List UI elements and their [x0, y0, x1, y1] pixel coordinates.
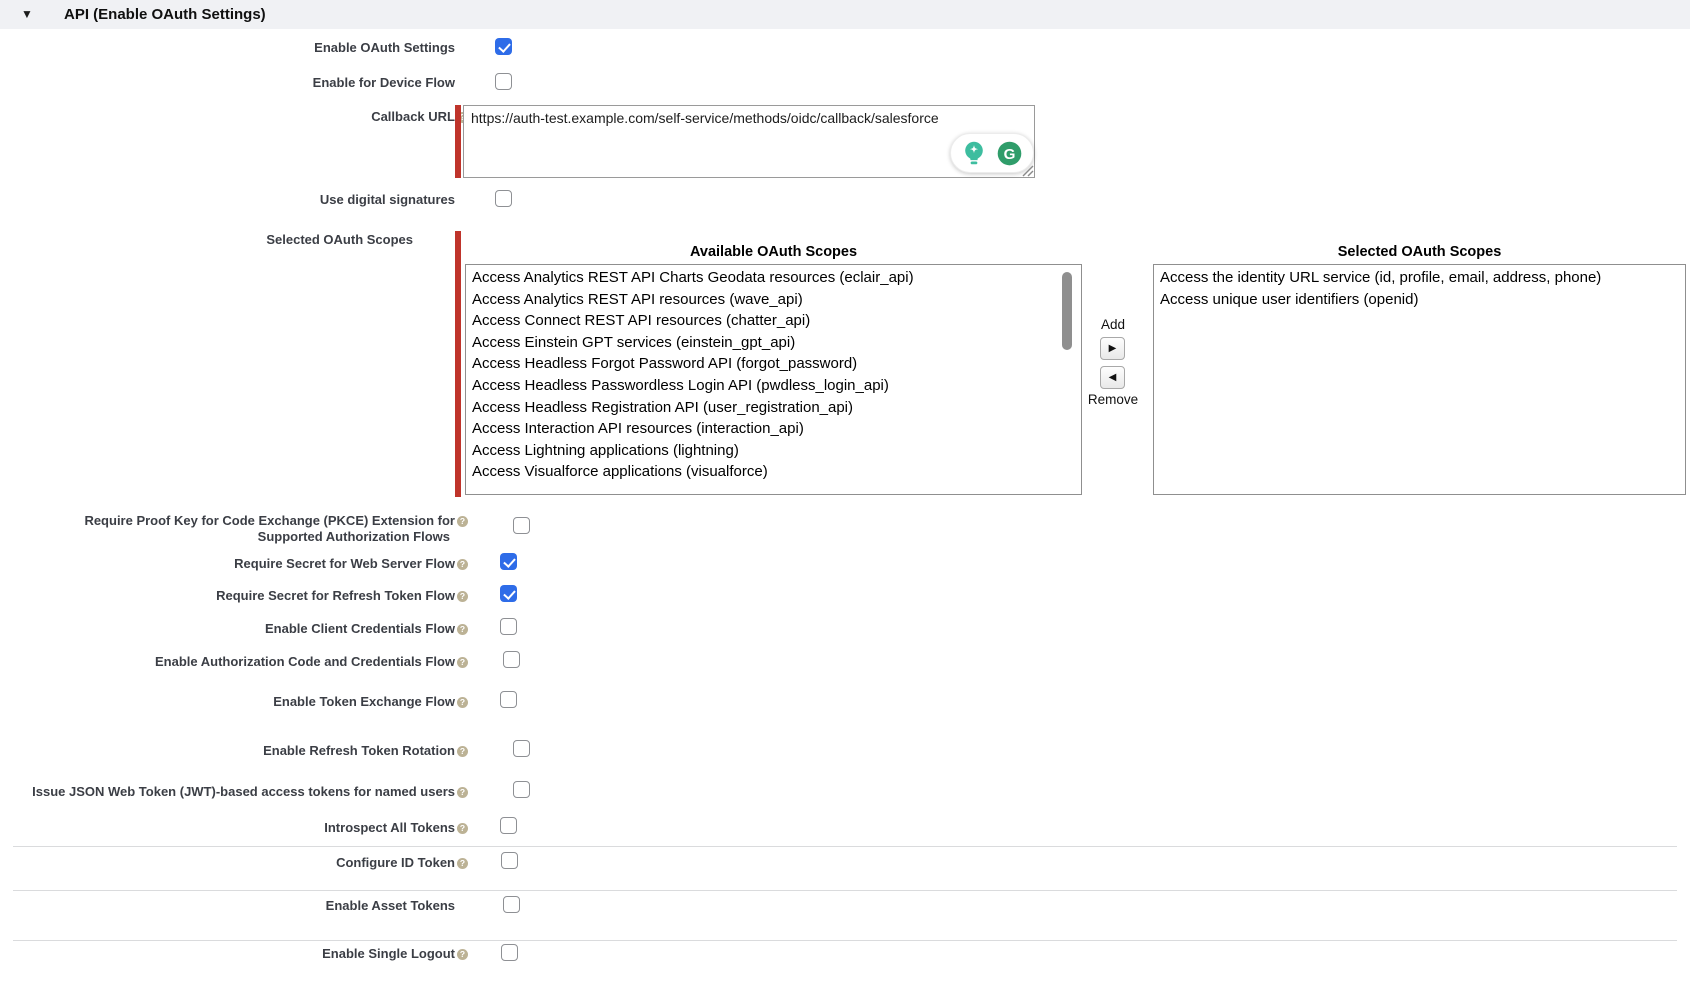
section-header-bar: ▼ API (Enable OAuth Settings) — [0, 0, 1690, 29]
issue-jwt-tokens-checkbox[interactable] — [513, 781, 530, 798]
require-secret-refresh-token-flow-checkbox[interactable] — [500, 585, 517, 602]
selected-scopes-header: Selected OAuth Scopes — [1153, 244, 1686, 260]
enable-oauth-settings-label: Enable OAuth Settings — [0, 40, 468, 56]
left-arrow-icon: ◀ — [1109, 372, 1117, 383]
enable-token-exchange-flow-label: Enable Token Exchange Flow? — [0, 694, 468, 710]
help-icon[interactable]: ? — [457, 746, 468, 757]
available-scope-option[interactable]: Access Lightning applications (lightning… — [466, 440, 1081, 462]
selected-scope-option[interactable]: Access the identity URL service (id, pro… — [1154, 267, 1685, 289]
textarea-resize-handle-icon[interactable] — [1021, 164, 1034, 177]
available-scope-option[interactable]: Access Connect REST API resources (chatt… — [466, 310, 1081, 332]
enable-device-flow-label: Enable for Device Flow — [0, 75, 468, 91]
introspect-all-tokens-checkbox[interactable] — [500, 817, 517, 834]
available-scope-option[interactable]: Access Einstein GPT services (einstein_g… — [466, 332, 1081, 354]
required-field-bar — [455, 105, 461, 178]
selected-scopes-listbox[interactable]: Access the identity URL service (id, pro… — [1153, 264, 1686, 495]
available-scope-option[interactable]: Access Analytics REST API Charts Geodata… — [466, 267, 1081, 289]
enable-device-flow-checkbox[interactable] — [495, 73, 512, 90]
listbox-scrollbar-thumb[interactable] — [1062, 272, 1072, 350]
available-scope-option[interactable]: Access Interaction API resources (intera… — [466, 418, 1081, 440]
grammarly-icon[interactable]: G — [996, 140, 1023, 167]
enable-refresh-token-rotation-label: Enable Refresh Token Rotation? — [0, 743, 468, 759]
available-scopes-header: Available OAuth Scopes — [465, 244, 1082, 260]
collapse-triangle-icon[interactable]: ▼ — [21, 0, 33, 29]
require-secret-web-server-flow-label: Require Secret for Web Server Flow? — [0, 556, 468, 572]
callback-url-input[interactable]: https://auth-test.example.com/self-servi… — [463, 105, 1035, 178]
enable-refresh-token-rotation-checkbox[interactable] — [513, 740, 530, 757]
help-icon[interactable]: ? — [457, 787, 468, 798]
require-secret-refresh-token-flow-label: Require Secret for Refresh Token Flow? — [0, 588, 468, 604]
row-divider — [13, 846, 1677, 847]
row-divider — [13, 940, 1677, 941]
svg-text:G: G — [1004, 145, 1016, 162]
require-pkce-label: Require Proof Key for Code Exchange (PKC… — [0, 513, 468, 545]
enable-token-exchange-flow-checkbox[interactable] — [500, 691, 517, 708]
enable-asset-tokens-checkbox[interactable] — [503, 896, 520, 913]
enable-single-logout-checkbox[interactable] — [501, 944, 518, 961]
selected-scope-option[interactable]: Access unique user identifiers (openid) — [1154, 289, 1685, 311]
enable-single-logout-label: Enable Single Logout? — [0, 946, 468, 962]
section-title: API (Enable OAuth Settings) — [64, 0, 266, 29]
help-icon[interactable]: ? — [457, 949, 468, 960]
help-icon[interactable]: ? — [457, 823, 468, 834]
available-scope-option[interactable]: Access Headless Passwordless Login API (… — [466, 375, 1081, 397]
right-arrow-icon: ▶ — [1109, 343, 1117, 354]
configure-id-token-checkbox[interactable] — [501, 852, 518, 869]
remove-label: Remove — [1080, 392, 1146, 407]
available-scope-option[interactable]: Access Headless Registration API (user_r… — [466, 397, 1081, 419]
help-icon[interactable]: ? — [457, 516, 468, 527]
configure-id-token-label: Configure ID Token? — [0, 855, 468, 871]
enable-oauth-settings-checkbox[interactable] — [495, 38, 512, 55]
required-field-bar — [455, 231, 461, 497]
remove-scope-button[interactable]: ◀ — [1100, 366, 1125, 389]
row-divider — [13, 890, 1677, 891]
enable-asset-tokens-label: Enable Asset Tokens — [0, 898, 468, 914]
callback-url-label: Callback URL? — [0, 109, 468, 125]
enable-client-credentials-flow-label: Enable Client Credentials Flow? — [0, 621, 468, 637]
available-scope-option[interactable]: Access Headless Forgot Password API (for… — [466, 353, 1081, 375]
use-digital-signatures-checkbox[interactable] — [495, 190, 512, 207]
enable-auth-code-credentials-flow-checkbox[interactable] — [503, 651, 520, 668]
help-icon[interactable]: ? — [457, 697, 468, 708]
available-scope-option[interactable]: Access Visualforce applications (visualf… — [466, 461, 1081, 483]
issue-jwt-tokens-label: Issue JSON Web Token (JWT)-based access … — [0, 784, 468, 800]
use-digital-signatures-label: Use digital signatures — [0, 192, 468, 208]
add-label: Add — [1085, 317, 1141, 332]
lightbulb-sparkle-icon[interactable] — [961, 140, 987, 166]
enable-client-credentials-flow-checkbox[interactable] — [500, 618, 517, 635]
help-icon[interactable]: ? — [457, 858, 468, 869]
require-secret-web-server-flow-checkbox[interactable] — [500, 553, 517, 570]
selected-oauth-scopes-label: Selected OAuth Scopes — [0, 232, 468, 248]
help-icon[interactable]: ? — [457, 591, 468, 602]
oauth-settings-section: ▼ API (Enable OAuth Settings) Enable OAu… — [0, 0, 1690, 981]
introspect-all-tokens-label: Introspect All Tokens? — [0, 820, 468, 836]
require-pkce-checkbox[interactable] — [513, 517, 530, 534]
help-icon[interactable]: ? — [457, 657, 468, 668]
add-scope-button[interactable]: ▶ — [1100, 337, 1125, 360]
available-scopes-listbox[interactable]: Access Analytics REST API Charts Geodata… — [465, 264, 1082, 495]
help-icon[interactable]: ? — [457, 624, 468, 635]
help-icon[interactable]: ? — [457, 559, 468, 570]
available-scope-option[interactable]: Access Analytics REST API resources (wav… — [466, 289, 1081, 311]
enable-auth-code-credentials-flow-label: Enable Authorization Code and Credential… — [0, 654, 468, 670]
